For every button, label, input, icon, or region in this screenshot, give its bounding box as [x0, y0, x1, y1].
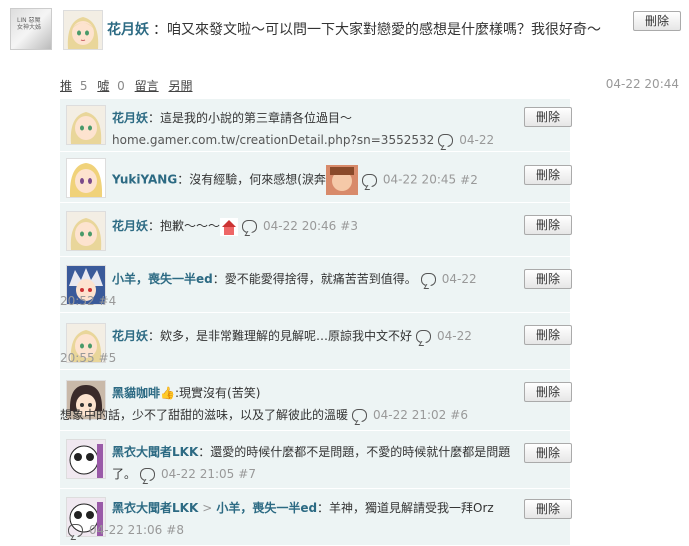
comment-item: 黑衣大聞者LKK > 小羊，喪失一半ed：羊神，獨道見解請受我一拜Orz 04-22…: [60, 489, 572, 546]
comment-body: 黑貓咖啡👍:現實沒有(苦笑) 想象中的話，少不了甜甜的滋味，以及了解彼此的溫暖 0…: [60, 382, 522, 426]
comment-body: 黑衣大聞者LKK > 小羊，喪失一半ed：羊神，獨道見解請受我一拜Orz 04-22…: [68, 497, 522, 541]
comment-item: 花月妖：欸多，是非常難理解的見解呢…原諒我中文不好 04-22 20:55 #5 刪…: [60, 313, 572, 370]
commenter-name[interactable]: 花月妖: [112, 111, 148, 125]
commenter-avatar[interactable]: [66, 439, 106, 479]
author-avatar[interactable]: [63, 10, 103, 50]
comment-delete-button[interactable]: 刪除: [524, 499, 572, 519]
comment-clock: 20:52: [60, 294, 95, 308]
comment-floor: #5: [98, 351, 117, 365]
comment-floor: #3: [340, 219, 358, 233]
comment-body: 花月妖：抱歉～～～ 04-22 20:46 #3: [112, 215, 522, 237]
comment-text: ：愛不能愛得捨得，就痛苦苦到值得。: [212, 272, 417, 286]
comment-text: :現實沒有(苦笑): [174, 386, 261, 400]
reply-link[interactable]: 留言: [135, 79, 159, 93]
commenter-avatar[interactable]: [66, 211, 106, 251]
reply-bubble-icon[interactable]: [68, 524, 83, 537]
comment-floor: #7: [238, 467, 256, 481]
comment-body: YukiYANG：沒有經驗，何來感想(淚奔 04-22 20:45 #2: [112, 165, 522, 195]
anime-girl-avatar-icon: [67, 212, 105, 250]
commenter-name[interactable]: 黑衣大聞者LKK: [112, 501, 198, 515]
anime-girl-avatar-icon: [64, 11, 102, 49]
comment-delete-button[interactable]: 刪除: [524, 165, 572, 185]
reply-bubble-icon[interactable]: [140, 468, 156, 481]
comment-delete-button[interactable]: 刪除: [524, 382, 572, 402]
comment-clock: 20:55: [60, 351, 95, 365]
commenter-name[interactable]: 花月妖: [112, 329, 148, 343]
reply-target-name[interactable]: 小羊，喪失一半ed: [216, 501, 317, 515]
comment-delete-button[interactable]: 刪除: [524, 215, 572, 235]
open-new-link[interactable]: 另開: [168, 79, 192, 93]
comment-item: 黑衣大聞者LKK：還愛的時候什麼都不是問題，不愛的時候就什麼都是問題了。 04-2…: [60, 431, 572, 489]
comment-floor: #4: [98, 294, 117, 308]
commenter-name[interactable]: 黑衣大聞者LKK: [112, 445, 198, 459]
house-emoticon-icon: [220, 217, 239, 236]
commenter-avatar[interactable]: [66, 105, 106, 145]
reply-bubble-icon[interactable]: [420, 273, 436, 286]
boo-link[interactable]: 噓: [97, 79, 109, 93]
comment-text: ：欸多，是非常難理解的見解呢…原諒我中文不好: [148, 329, 413, 343]
comment-text: ：沒有經驗，何來感想(淚奔: [177, 172, 326, 187]
commenter-avatar[interactable]: [66, 158, 106, 198]
comment-delete-button[interactable]: 刪除: [524, 443, 572, 463]
commenter-name[interactable]: YukiYANG: [112, 173, 177, 187]
comment-floor: #2: [460, 172, 478, 187]
comment-item: 花月妖：抱歉～～～ 04-22 20:46 #3 刪除: [60, 203, 572, 257]
comment-delete-button[interactable]: 刪除: [524, 325, 572, 345]
thumbs-up-icon: 👍: [160, 386, 175, 400]
comment-item: 小羊，喪失一半ed：愛不能愛得捨得，就痛苦苦到值得。 04-22 20:52 #4 …: [60, 257, 572, 313]
commenter-name[interactable]: 花月妖: [112, 219, 148, 233]
reply-arrow-icon: >: [202, 501, 213, 515]
post-delete-button[interactable]: 刪除: [633, 11, 681, 31]
comment-item: YukiYANG：沒有經驗，何來感想(淚奔 04-22 20:45 #2 刪除: [60, 152, 572, 203]
post-action-bar: 推 5 噓 0 留言 另開 04-22 20:44: [60, 77, 680, 94]
comment-text: ：抱歉～～～: [148, 219, 221, 233]
reply-bubble-icon[interactable]: [416, 330, 432, 343]
comment-item: 黑貓咖啡👍:現實沒有(苦笑) 想象中的話，少不了甜甜的滋味，以及了解彼此的溫暖 0…: [60, 370, 572, 431]
commenter-name[interactable]: 小羊，喪失一半ed: [112, 272, 213, 286]
reply-bubble-icon[interactable]: [352, 409, 368, 422]
comment-date: 04-22: [437, 329, 472, 343]
post-image-thumbnail[interactable]: LIN 惡魔 女神大姊: [10, 8, 52, 50]
push-link[interactable]: 推: [60, 79, 72, 93]
comment-time: 04-22 21:06: [89, 523, 163, 537]
crying-face-emoticon-icon: [325, 165, 358, 195]
post-body: 花月妖 ：咱又來發文啦～可以問一下大家對戀愛的感想是什麼樣嗎？我很好奇～: [107, 17, 627, 44]
push-count: 5: [79, 79, 88, 93]
post-time: 04-22 20:44: [605, 77, 679, 91]
anime-girl-avatar-icon: [67, 159, 105, 197]
comment-time: 04-22 20:45: [382, 172, 457, 187]
post-author-name[interactable]: 花月妖: [107, 22, 149, 38]
commenter-name[interactable]: 黑貓咖啡: [112, 386, 160, 400]
comment-text: ：羊神，獨道見解請受我一拜Orz: [317, 501, 494, 515]
post-image-caption: LIN 惡魔 女神大姊: [17, 17, 42, 31]
comment-time: 04-22 21:05: [161, 467, 235, 481]
comment-text: ：這是我的小說的第三章請各位過目～: [148, 111, 353, 125]
comment-delete-button[interactable]: 刪除: [524, 269, 572, 289]
comment-body: 小羊，喪失一半ed：愛不能愛得捨得，就痛苦苦到值得。 04-22 20:52 #4: [60, 268, 522, 312]
reply-bubble-icon[interactable]: [361, 173, 377, 187]
comment-time: 04-22 21:02: [373, 408, 447, 422]
boo-count: 0: [117, 79, 125, 93]
comment-text-line2: 想象中的話，少不了甜甜的滋味，以及了解彼此的溫暖: [60, 408, 349, 422]
comment-time: 04-22 20:46: [263, 219, 337, 233]
comment-floor: #8: [166, 523, 184, 537]
panda-mask-avatar-icon: [67, 440, 105, 478]
reply-bubble-icon[interactable]: [438, 134, 454, 147]
comment-link[interactable]: home.gamer.com.tw/creationDetail.php?sn=…: [112, 133, 434, 147]
comment-delete-button[interactable]: 刪除: [524, 107, 572, 127]
comment-body: 黑衣大聞者LKK：還愛的時候什麼都不是問題，不愛的時候就什麼都是問題了。 04-2…: [112, 441, 522, 485]
comment-date: 04-22: [441, 272, 477, 286]
comment-floor: #6: [450, 408, 468, 422]
reply-bubble-icon[interactable]: [242, 220, 258, 233]
anime-girl-avatar-icon: [67, 106, 105, 144]
post-content: ：咱又來發文啦～可以問一下大家對戀愛的感想是什麼樣嗎？我很好奇～: [153, 22, 601, 38]
comment-item: 花月妖：這是我的小說的第三章請各位過目～ home.gamer.com.tw/c…: [60, 99, 572, 169]
comment-body: 花月妖：欸多，是非常難理解的見解呢…原諒我中文不好 04-22 20:55 #5: [60, 325, 522, 369]
